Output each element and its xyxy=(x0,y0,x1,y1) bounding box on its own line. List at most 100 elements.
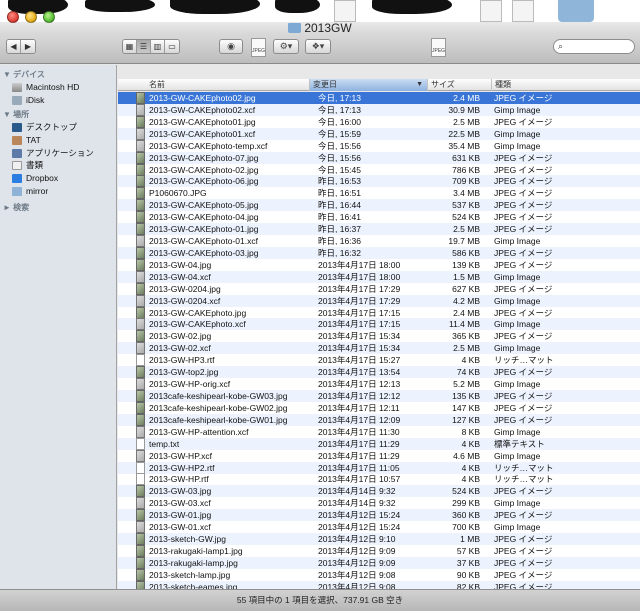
file-row[interactable]: 2013-GW-CAKEphoto-01.jpg 昨日, 16:37 2.5 MB J… xyxy=(118,223,640,236)
file-date: 昨日, 16:32 xyxy=(318,247,361,258)
column-header-kind[interactable]: 種類 xyxy=(492,79,640,91)
file-row[interactable]: 2013-sketch-lamp.jpg 2013年4月12日 9:08 90 KB… xyxy=(118,568,640,581)
file-row[interactable]: 2013-rakugaki-lamp.jpg 2013年4月12日 9:09 37 … xyxy=(118,556,640,569)
icon-view-button[interactable]: ▦ xyxy=(123,40,137,53)
file-row[interactable]: 2013-sketch-GW.jpg 2013年4月12日 9:10 1 MB JPE… xyxy=(118,533,640,546)
sidebar-item-macintosh-hd[interactable]: Macintosh HD xyxy=(0,81,116,94)
column-header-name[interactable]: 名前 xyxy=(118,79,310,91)
file-row[interactable]: 2013-GW-01.xcf 2013年4月12日 15:24 700 KB Gimp… xyxy=(118,521,640,534)
file-row[interactable]: 2013-GW-HP.rtf 2013年4月17日 10:57 4 KB リッチ…マッ… xyxy=(118,473,640,486)
file-row[interactable]: 2013-GW-02.jpg 2013年4月17日 15:34 365 KB JPEG… xyxy=(118,330,640,343)
file-row[interactable]: 2013-GW-0204.jpg 2013年4月17日 17:29 627 KB JP… xyxy=(118,282,640,295)
file-row[interactable]: 2013-GW-CAKEphoto.xcf 2013年4月17日 17:15 11.… xyxy=(118,318,640,331)
jpg-file-icon xyxy=(136,533,145,546)
document-icon[interactable]: JPEG xyxy=(431,38,446,57)
action-button[interactable]: ⚙▾ xyxy=(273,39,299,54)
sort-arrow-icon: ▼ xyxy=(416,81,423,88)
rtf-file-icon xyxy=(136,354,145,367)
column-view-button[interactable]: ▥ xyxy=(151,40,165,53)
file-row[interactable]: 2013-GW-CAKEphoto-02.jpg 今日, 15:45 786 KB J… xyxy=(118,163,640,176)
file-row[interactable]: 2013-GW-HP2.rtf 2013年4月17日 11:05 4 KB リッチ…マ… xyxy=(118,461,640,474)
file-row[interactable]: 2013-GW-04.xcf 2013年4月17日 18:00 1.5 MB Gimp… xyxy=(118,270,640,283)
file-row[interactable]: 2013-GW-CAKEphoto02.xcf 今日, 17:13 30.9 MB G… xyxy=(118,103,640,116)
file-date: 2013年4月17日 12:12 xyxy=(318,391,401,401)
file-row[interactable]: 2013-GW-03.xcf 2013年4月14日 9:32 299 KB Gimp … xyxy=(118,497,640,510)
file-row[interactable]: 2013-GW-CAKEphoto-06.jpg 昨日, 16:53 709 KB J… xyxy=(118,175,640,188)
file-row[interactable]: 2013cafe-keshipearl-kobe-GW02.jpg 2013年4月… xyxy=(118,401,640,414)
quicklook-button[interactable]: ◉ xyxy=(219,39,243,54)
sidebar-section-devices[interactable]: ▼ デバイス xyxy=(0,69,116,81)
file-row[interactable]: 2013-rakugaki-lamp1.jpg 2013年4月12日 9:09 57… xyxy=(118,544,640,557)
search-input[interactable]: ⌕ xyxy=(553,39,635,54)
desktop-file-thumbnail[interactable] xyxy=(512,0,534,22)
coverflow-view-button[interactable]: ▭ xyxy=(165,40,179,53)
file-date: 昨日, 16:36 xyxy=(318,236,361,247)
hard-disk-icon xyxy=(12,82,22,92)
file-row[interactable]: 2013-GW-02.xcf 2013年4月17日 15:34 2.5 MB Gimp… xyxy=(118,342,640,355)
file-date: 2013年4月17日 15:34 xyxy=(318,331,401,342)
sidebar-section-places[interactable]: ▼ 場所 xyxy=(0,109,116,121)
file-row[interactable]: 2013-sketch-eames.jpg 2013年4月12日 9:08 82 K… xyxy=(118,580,640,589)
file-row[interactable]: 2013-GW-04.jpg 2013年4月17日 18:00 139 KB JPEG… xyxy=(118,258,640,271)
zoom-button[interactable] xyxy=(43,11,55,23)
desktop-folder-icon[interactable] xyxy=(558,0,594,22)
column-header-date[interactable]: 変更日 ▼ xyxy=(310,79,428,91)
file-date: 2013年4月17日 11:30 xyxy=(318,426,400,437)
file-row[interactable]: 2013-GW-03.jpg 2013年4月14日 9:32 524 KB JPEG … xyxy=(118,485,640,498)
file-kind: Gimp Image xyxy=(494,426,541,437)
applications-icon xyxy=(12,148,22,158)
file-row[interactable]: 2013-GW-01.jpg 2013年4月12日 15:24 360 KB JPEG… xyxy=(118,509,640,522)
file-row[interactable]: 2013cafe-keshipearl-kobe-GW03.jpg 2013年4月… xyxy=(118,390,640,402)
home-icon xyxy=(12,135,22,145)
forward-arrow-icon[interactable]: ▶ xyxy=(21,40,35,53)
file-row[interactable]: 2013-GW-CAKEphoto-03.jpg 昨日, 16:32 586 KB J… xyxy=(118,246,640,259)
file-row[interactable]: 2013-GW-HP-orig.xcf 2013年4月17日 12:13 5.2 M… xyxy=(118,378,640,391)
sidebar-item-mirror[interactable]: mirror xyxy=(0,185,116,198)
file-kind: JPEG イメージ xyxy=(494,283,553,294)
file-name: 2013-GW-top2.jpg xyxy=(149,367,219,378)
close-button[interactable] xyxy=(7,11,19,23)
back-arrow-icon[interactable]: ◀ xyxy=(7,40,21,53)
file-row[interactable]: P1060670.JPG 昨日, 16:51 3.4 MB JPEG イメージ xyxy=(118,187,640,200)
minimize-button[interactable] xyxy=(25,11,37,23)
document-icon[interactable]: JPEG xyxy=(251,38,266,57)
list-view-button[interactable]: ☰ xyxy=(137,40,151,53)
file-row[interactable]: 2013-GW-CAKEphoto01.jpg 今日, 16:00 2.5 MB JP… xyxy=(118,115,640,128)
file-row[interactable]: 2013-GW-CAKEphoto02.jpg 今日, 17:13 2.4 MB JP… xyxy=(118,92,640,104)
file-row[interactable]: 2013-GW-CAKEphoto-07.jpg 今日, 15:56 631 KB J… xyxy=(118,151,640,164)
sidebar-item-home[interactable]: TAT xyxy=(0,134,116,147)
desktop-file-thumbnail[interactable] xyxy=(480,0,502,22)
file-row[interactable]: 2013cafe-keshipearl-kobe-GW01.jpg 2013年4月… xyxy=(118,413,640,426)
dropbox-button[interactable]: ❖▾ xyxy=(305,39,331,54)
file-row[interactable]: 2013-GW-CAKEphoto-05.jpg 昨日, 16:44 537 KB J… xyxy=(118,199,640,212)
file-row[interactable]: 2013-GW-CAKEphoto-01.xcf 昨日, 16:36 19.7 MB… xyxy=(118,235,640,248)
sidebar-item-idisk[interactable]: iDisk xyxy=(0,94,116,107)
file-name: 2013-GW-HP-attention.xcf xyxy=(149,426,249,437)
file-row[interactable]: 2013-GW-CAKEphoto-temp.xcf 今日, 15:56 35.4 … xyxy=(118,139,640,152)
xcf-file-icon xyxy=(136,127,145,140)
file-size: 2.4 MB xyxy=(453,307,480,318)
file-size: 360 KB xyxy=(452,510,480,521)
file-row[interactable]: 2013-GW-CAKEphoto.jpg 2013年4月17日 17:15 2.4… xyxy=(118,306,640,319)
sidebar-item-documents[interactable]: 書類 xyxy=(0,159,116,172)
sidebar-section-search[interactable]: ► 検索 xyxy=(0,202,116,214)
file-row[interactable]: 2013-GW-top2.jpg 2013年4月17日 13:54 74 KB JPE… xyxy=(118,366,640,379)
file-name: 2013-GW-CAKEphoto-01.jpg xyxy=(149,224,259,235)
file-row[interactable]: 2013-GW-HP3.rtf 2013年4月17日 15:27 4 KB リッチ…マ… xyxy=(118,354,640,367)
file-row[interactable]: 2013-GW-HP-attention.xcf 2013年4月17日 11:30… xyxy=(118,425,640,438)
xcf-file-icon xyxy=(136,449,145,462)
column-header-size[interactable]: サイズ xyxy=(428,79,492,91)
file-row[interactable]: 2013-GW-CAKEphoto-04.jpg 昨日, 16:41 524 KB J… xyxy=(118,211,640,224)
file-date: 2013年4月12日 9:09 xyxy=(318,557,396,568)
file-row[interactable]: temp.txt 2013年4月17日 11:29 4 KB 標準テキスト xyxy=(118,437,640,450)
file-row[interactable]: 2013-GW-0204.xcf 2013年4月17日 17:29 4.2 MB Gi… xyxy=(118,294,640,307)
desktop-file-thumbnail[interactable] xyxy=(334,0,356,22)
sidebar-item-applications[interactable]: アプリケーション xyxy=(0,147,116,160)
file-row[interactable]: 2013-GW-CAKEphoto01.xcf 今日, 15:59 22.5 MB G… xyxy=(118,127,640,140)
sidebar-item-dropbox[interactable]: Dropbox xyxy=(0,172,116,185)
file-date: 2013年4月17日 17:15 xyxy=(318,319,401,330)
file-row[interactable]: 2013-GW-HP.xcf 2013年4月17日 11:29 4.6 MB Gimp… xyxy=(118,449,640,462)
file-date: 2013年4月17日 12:09 xyxy=(318,414,401,425)
sidebar-item-desktop[interactable]: デスクトップ xyxy=(0,121,116,134)
file-name: 2013-GW-0204.xcf xyxy=(149,295,221,306)
